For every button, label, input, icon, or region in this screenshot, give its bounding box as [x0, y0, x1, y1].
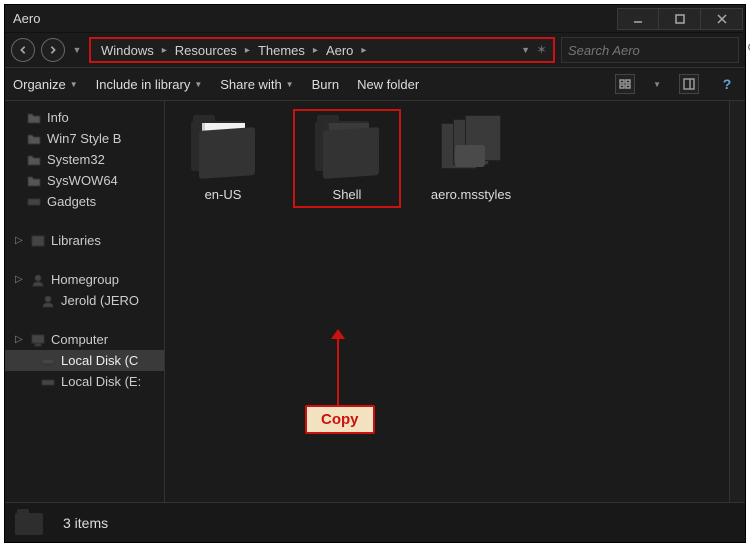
chevron-down-icon[interactable]: ▼: [653, 80, 661, 89]
minimize-button[interactable]: [617, 8, 659, 30]
organize-button[interactable]: Organize▼: [13, 77, 78, 92]
breadcrumb-item[interactable]: Resources: [171, 41, 241, 60]
computer-group[interactable]: ▷ Computer: [5, 329, 164, 350]
tree-item-local-e[interactable]: Local Disk (E:: [5, 371, 164, 392]
chevron-right-icon[interactable]: ▸: [160, 45, 169, 56]
item-label: en-US: [205, 187, 242, 202]
folder-item-enus[interactable]: en-US: [175, 115, 271, 202]
nav-bar: ▼ Windows ▸ Resources ▸ Themes ▸ Aero ▸ …: [5, 33, 745, 67]
drive-icon: [41, 375, 55, 389]
tree-label: Info: [47, 110, 69, 125]
search-icon[interactable]: [746, 41, 750, 60]
back-button[interactable]: [11, 38, 35, 62]
window-title: Aero: [13, 11, 617, 26]
item-label: Shell: [333, 187, 362, 202]
refresh-icon[interactable]: ✶: [536, 42, 547, 58]
tree-label: Libraries: [51, 233, 101, 248]
expand-icon[interactable]: ▷: [15, 274, 25, 285]
tree-item[interactable]: Jerold (JERO: [5, 290, 164, 311]
folder-icon: [27, 111, 41, 125]
file-item-aero-msstyles[interactable]: aero.msstyles: [423, 115, 519, 202]
chevron-down-icon: ▼: [194, 80, 202, 89]
share-with-button[interactable]: Share with▼: [220, 77, 293, 92]
item-label: aero.msstyles: [431, 187, 511, 202]
include-library-button[interactable]: Include in library▼: [96, 77, 203, 92]
burn-button[interactable]: Burn: [312, 77, 339, 92]
window-controls: [617, 8, 743, 30]
items-view[interactable]: en-US Shell aero.msstyles Copy: [165, 101, 745, 502]
breadcrumb-item[interactable]: Windows: [97, 41, 158, 60]
tree-label: Local Disk (C: [61, 353, 138, 368]
tree-label: Local Disk (E:: [61, 374, 141, 389]
tree-label: Homegroup: [51, 272, 119, 287]
chevron-right-icon[interactable]: ▸: [243, 45, 252, 56]
tree-label: Win7 Style B: [47, 131, 121, 146]
chevron-down-icon: ▼: [286, 80, 294, 89]
folder-icon: [15, 509, 49, 537]
view-options-button[interactable]: [615, 74, 635, 94]
folder-icon: [27, 132, 41, 146]
forward-button[interactable]: [41, 38, 65, 62]
maximize-button[interactable]: [659, 8, 701, 30]
tree-item[interactable]: System32: [5, 149, 164, 170]
history-dropdown[interactable]: ▼: [71, 41, 83, 59]
tree-label: Gadgets: [47, 194, 96, 209]
computer-icon: [31, 333, 45, 347]
folder-icon: [187, 115, 259, 181]
gadgets-icon: [27, 195, 41, 209]
expand-icon[interactable]: ▷: [15, 235, 25, 246]
breadcrumb-item[interactable]: Themes: [254, 41, 309, 60]
folder-icon: [27, 153, 41, 167]
tree-item-local-c[interactable]: Local Disk (C: [5, 350, 164, 371]
libraries-group[interactable]: ▷ Libraries: [5, 230, 164, 251]
chevron-right-icon[interactable]: ▸: [359, 45, 368, 56]
drive-icon: [41, 354, 55, 368]
tree-item[interactable]: Win7 Style B: [5, 128, 164, 149]
expand-icon[interactable]: ▷: [15, 334, 25, 345]
tree-item[interactable]: SysWOW64: [5, 170, 164, 191]
chevron-right-icon[interactable]: ▸: [311, 45, 320, 56]
tree-label: Jerold (JERO: [61, 293, 139, 308]
preview-pane-button[interactable]: [679, 74, 699, 94]
annotation-copy-label: Copy: [305, 405, 375, 434]
help-button[interactable]: ?: [717, 74, 737, 94]
libraries-icon: [31, 234, 45, 248]
titlebar: Aero: [5, 5, 745, 33]
tree-item[interactable]: Gadgets: [5, 191, 164, 212]
folder-icon: [311, 115, 383, 181]
scrollbar[interactable]: [729, 101, 745, 502]
folder-icon: [27, 174, 41, 188]
homegroup-icon: [31, 273, 45, 287]
annotation-arrow: [337, 337, 339, 411]
msstyles-icon: [435, 115, 507, 181]
user-icon: [41, 294, 55, 308]
navigation-pane: Info Win7 Style B System32 SysWOW64 Gadg…: [5, 101, 165, 502]
status-bar: 3 items: [5, 502, 745, 542]
address-dropdown-icon[interactable]: ▼: [521, 45, 530, 55]
explorer-window: Aero ▼ Windows ▸ Resources ▸ Themes ▸ Ae…: [4, 4, 746, 543]
homegroup-group[interactable]: ▷ Homegroup: [5, 269, 164, 290]
breadcrumb-item[interactable]: Aero: [322, 41, 357, 60]
tree-item[interactable]: Info: [5, 107, 164, 128]
breadcrumb-bar[interactable]: Windows ▸ Resources ▸ Themes ▸ Aero ▸ ▼ …: [89, 37, 555, 63]
new-folder-button[interactable]: New folder: [357, 77, 419, 92]
search-input[interactable]: [568, 43, 746, 58]
chevron-down-icon: ▼: [70, 80, 78, 89]
close-button[interactable]: [701, 8, 743, 30]
command-bar: Organize▼ Include in library▼ Share with…: [5, 67, 745, 101]
folder-item-shell[interactable]: Shell: [299, 115, 395, 202]
search-box[interactable]: [561, 37, 739, 63]
tree-label: SysWOW64: [47, 173, 118, 188]
tree-label: Computer: [51, 332, 108, 347]
status-item-count: 3 items: [63, 515, 108, 531]
tree-label: System32: [47, 152, 105, 167]
